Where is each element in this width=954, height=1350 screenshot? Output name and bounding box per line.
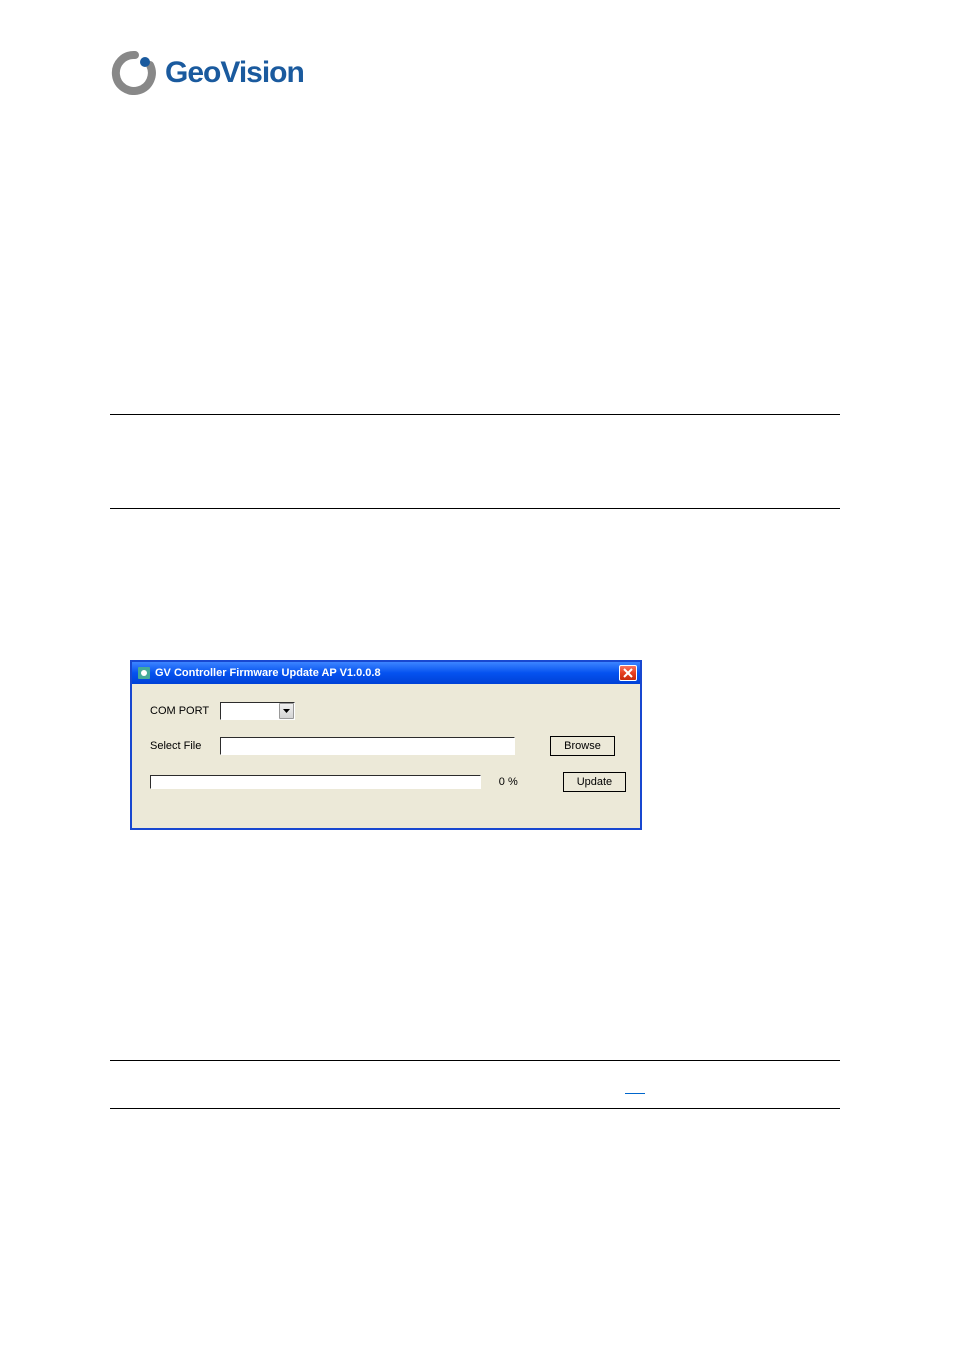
progress-percent: 0 % [499, 776, 528, 788]
divider [110, 1108, 840, 1109]
update-button[interactable]: Update [563, 772, 626, 792]
link-accent [625, 1093, 645, 1094]
firmware-update-dialog: GV Controller Firmware Update AP V1.0.0.… [130, 660, 642, 830]
progress-row: 0 % Update [150, 772, 626, 792]
title-bar-left: GV Controller Firmware Update AP V1.0.0.… [137, 666, 381, 680]
close-icon [623, 668, 633, 678]
divider [110, 1060, 840, 1061]
select-file-label: Select File [150, 740, 220, 752]
com-port-label: COM PORT [150, 705, 220, 717]
dialog-title: GV Controller Firmware Update AP V1.0.0.… [155, 667, 381, 679]
select-file-input[interactable] [220, 737, 515, 755]
app-icon [137, 666, 151, 680]
title-bar: GV Controller Firmware Update AP V1.0.0.… [132, 662, 640, 684]
geovision-logo-icon [110, 50, 160, 95]
com-port-row: COM PORT [150, 702, 626, 720]
dialog-body: COM PORT Select File Browse 0 % Update [132, 684, 640, 802]
select-file-row: Select File Browse [150, 736, 626, 756]
divider [110, 508, 840, 509]
divider [110, 414, 840, 415]
chevron-down-icon [279, 703, 294, 719]
close-button[interactable] [619, 665, 637, 681]
logo-text: GeoVision [165, 56, 304, 90]
com-port-select[interactable] [220, 702, 295, 720]
logo-container: GeoVision [110, 50, 304, 95]
browse-button[interactable]: Browse [550, 736, 615, 756]
progress-bar [150, 775, 481, 789]
